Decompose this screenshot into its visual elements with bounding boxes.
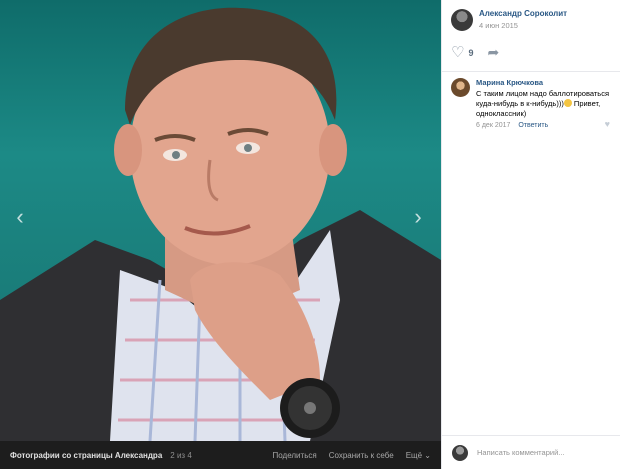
comment-input[interactable] xyxy=(477,448,602,457)
post-actions: ♡ 9 ➦ xyxy=(442,34,620,72)
comment-meta: 6 дек 2017 Ответить xyxy=(476,122,612,129)
album-title[interactable]: Фотографии со страницы Александра xyxy=(10,451,162,460)
emoji-icon xyxy=(563,99,572,107)
comment-author[interactable]: Марина Крючкова xyxy=(476,78,612,87)
like-count: 9 xyxy=(468,47,474,58)
photo-pane: ‹ › Фотографии со страницы Александра 2 … xyxy=(0,0,441,469)
avatar[interactable] xyxy=(451,78,470,97)
post-author: Александр Сороколит 4 июн 2015 xyxy=(442,0,620,34)
comment-heart-icon[interactable]: ♥ xyxy=(605,119,610,129)
comment: Марина Крючкова С таким лицом надо балло… xyxy=(442,72,620,129)
avatar[interactable] xyxy=(451,8,473,31)
photo-viewer: ‹ › Фотографии со страницы Александра 2 … xyxy=(0,0,620,469)
comment-text: С таким лицом надо баллотироваться куда-… xyxy=(476,89,612,119)
more-button[interactable]: Ещё ⌄ xyxy=(406,451,431,460)
author-meta: Александр Сороколит 4 июн 2015 xyxy=(479,9,567,30)
post-date: 4 июн 2015 xyxy=(479,21,518,30)
heart-icon[interactable]: ♡ xyxy=(451,45,464,60)
share-arrow-icon[interactable]: ➦ xyxy=(487,44,499,61)
chevron-left-icon[interactable]: ‹ xyxy=(8,205,32,229)
photo-footer: Фотографии со страницы Александра 2 из 4… xyxy=(0,441,441,469)
side-panel: Александр Сороколит 4 июн 2015 ♡ 9 ➦ Мар… xyxy=(441,0,620,469)
photo[interactable]: ‹ › xyxy=(0,0,441,441)
share-button[interactable]: Поделиться xyxy=(273,451,317,460)
avatar xyxy=(452,444,468,461)
portrait-illustration xyxy=(0,7,441,441)
chevron-right-icon[interactable]: › xyxy=(406,205,430,229)
author-name[interactable]: Александр Сороколит xyxy=(479,9,567,18)
photo-counter: 2 из 4 xyxy=(170,450,192,460)
comment-body: Марина Крючкова С таким лицом надо балло… xyxy=(476,78,612,129)
comment-composer xyxy=(442,435,620,469)
comment-date[interactable]: 6 дек 2017 xyxy=(476,122,510,129)
footer-actions: Поделиться Сохранить к себе Ещё ⌄ xyxy=(273,451,431,460)
reply-button[interactable]: Ответить xyxy=(518,122,548,129)
save-button[interactable]: Сохранить к себе xyxy=(329,451,394,460)
